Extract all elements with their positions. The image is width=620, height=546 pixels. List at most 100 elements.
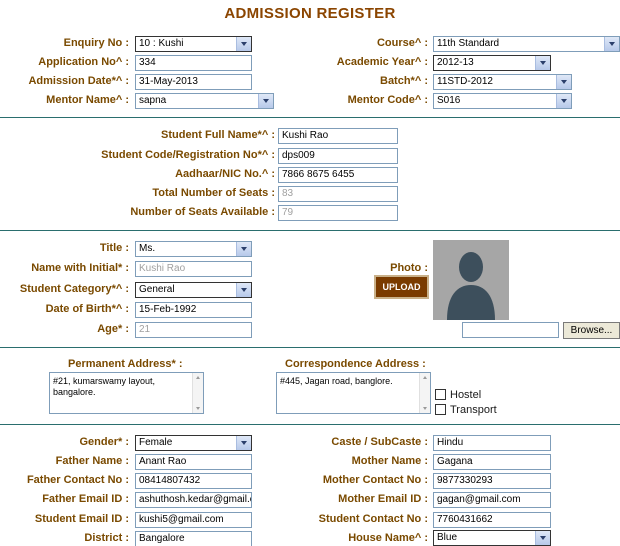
dob-label: Date of Birth*^ : xyxy=(45,303,129,315)
total-seats-input: 83 xyxy=(278,186,398,202)
father-name-label: Father Name : xyxy=(55,455,129,467)
seats-available-input: 79 xyxy=(278,205,398,221)
total-seats-label: Total Number of Seats : xyxy=(152,187,275,199)
district-label: District : xyxy=(84,532,129,544)
father-contact-input[interactable]: 08414807432 xyxy=(135,473,252,489)
correspondence-address-label: Correspondence Address : xyxy=(285,358,426,370)
age-input: 21 xyxy=(135,322,252,338)
permanent-address-line1: #21, kumarswamy layout, xyxy=(53,376,156,386)
mother-name-input[interactable]: Gagana xyxy=(433,454,551,470)
browse-button[interactable]: Browse... xyxy=(563,322,620,339)
course-select[interactable]: 11th Standard xyxy=(433,36,620,52)
category-label: Student Category*^ : xyxy=(19,283,129,295)
dob-input[interactable]: 15-Feb-1992 xyxy=(135,302,252,318)
chevron-down-icon xyxy=(556,75,571,89)
academic-year-select[interactable]: 2012-13 xyxy=(433,55,551,71)
admission-date-input[interactable]: 31-May-2013 xyxy=(135,74,252,90)
mother-contact-input[interactable]: 9877330293 xyxy=(433,473,551,489)
full-name-input[interactable]: Kushi Rao xyxy=(278,128,398,144)
mother-name-label: Mother Name : xyxy=(351,455,428,467)
chevron-down-icon xyxy=(236,436,251,450)
correspondence-address-text: #445, Jagan road, banglore. xyxy=(280,376,393,386)
category-select[interactable]: General xyxy=(135,282,252,298)
gender-label: Gender* : xyxy=(79,436,129,448)
father-email-input[interactable]: ashuthosh.kedar@gmail.co xyxy=(135,492,252,508)
mentor-code-value: S016 xyxy=(437,95,461,106)
enquiry-no-label: Enquiry No : xyxy=(63,37,129,49)
full-name-label: Student Full Name*^ : xyxy=(161,129,275,141)
upload-button[interactable]: UPLOAD xyxy=(374,275,429,299)
mentor-code-select[interactable]: S016 xyxy=(433,93,572,109)
house-name-select[interactable]: Blue xyxy=(433,530,551,546)
mother-email-input[interactable]: gagan@gmail.com xyxy=(433,492,551,508)
student-code-label: Student Code/Registration No*^ : xyxy=(101,149,275,161)
application-no-label: Application No^ : xyxy=(38,56,129,68)
correspondence-address-textarea[interactable]: #445, Jagan road, banglore. xyxy=(276,372,431,414)
photo-placeholder xyxy=(433,240,509,320)
district-input[interactable]: Bangalore xyxy=(135,531,252,546)
chevron-down-icon xyxy=(604,37,619,51)
student-email-input[interactable]: kushi5@gmail.com xyxy=(135,512,252,528)
photo-label: Photo : xyxy=(390,262,428,274)
chevron-down-icon xyxy=(535,56,550,70)
textarea-scrollbar[interactable] xyxy=(419,373,430,413)
course-value: 11th Standard xyxy=(437,38,500,49)
chevron-down-icon xyxy=(556,94,571,108)
caste-input[interactable]: Hindu xyxy=(433,435,551,451)
permanent-address-label: Permanent Address* : xyxy=(68,358,183,370)
aadhaar-input[interactable]: 7866 8675 6455 xyxy=(278,167,398,183)
divider xyxy=(0,117,620,118)
mentor-name-label: Mentor Name^ : xyxy=(46,94,129,106)
student-email-label: Student Email ID : xyxy=(34,513,129,525)
title-label: Title : xyxy=(99,242,129,254)
gender-value: Female xyxy=(139,437,173,448)
enquiry-no-select[interactable]: 10 : Kushi xyxy=(135,36,252,52)
transport-label: Transport xyxy=(450,404,497,416)
file-path-input[interactable] xyxy=(462,322,559,338)
student-contact-label: Student Contact No : xyxy=(318,513,428,525)
application-no-input[interactable]: 334 xyxy=(135,55,252,71)
category-value: General xyxy=(139,284,175,295)
mentor-name-value: sapna xyxy=(139,95,167,106)
title-select[interactable]: Ms. xyxy=(135,241,252,257)
permanent-address-textarea[interactable]: #21, kumarswamy layout, bangalore. xyxy=(49,372,204,414)
admission-date-label: Admission Date*^ : xyxy=(28,75,129,87)
student-contact-input[interactable]: 7760431662 xyxy=(433,512,551,528)
mother-email-label: Mother Email ID : xyxy=(338,493,428,505)
batch-label: Batch*^ : xyxy=(380,75,428,87)
divider xyxy=(0,424,620,425)
chevron-down-icon xyxy=(236,242,251,256)
mentor-name-select[interactable]: sapna xyxy=(135,93,274,109)
hostel-label: Hostel xyxy=(450,389,482,401)
caste-label: Caste / SubCaste : xyxy=(331,436,428,448)
page-title: ADMISSION REGISTER xyxy=(224,5,396,22)
chevron-down-icon xyxy=(236,37,251,51)
hostel-checkbox[interactable] xyxy=(435,389,446,400)
name-initial-label: Name with Initial* : xyxy=(31,262,129,274)
chevron-down-icon xyxy=(236,283,251,297)
father-contact-label: Father Contact No : xyxy=(26,474,129,486)
divider xyxy=(0,347,620,348)
course-label: Course^ : xyxy=(376,37,428,49)
student-code-input[interactable]: dps009 xyxy=(278,148,398,164)
batch-value: 11STD-2012 xyxy=(437,76,493,87)
academic-year-value: 2012-13 xyxy=(437,57,474,68)
divider xyxy=(0,230,620,231)
avatar-silhouette-icon xyxy=(433,240,509,320)
chevron-down-icon xyxy=(258,94,273,108)
gender-select[interactable]: Female xyxy=(135,435,252,451)
seats-available-label: Number of Seats Available : xyxy=(130,206,275,218)
chevron-down-icon xyxy=(535,531,550,545)
house-name-label: House Name^ : xyxy=(348,532,428,544)
batch-select[interactable]: 11STD-2012 xyxy=(433,74,572,90)
title-value: Ms. xyxy=(139,243,156,254)
age-label: Age* : xyxy=(97,323,129,335)
name-initial-input[interactable]: Kushi Rao xyxy=(135,261,252,277)
academic-year-label: Academic Year^ : xyxy=(336,56,428,68)
mother-contact-label: Mother Contact No : xyxy=(322,474,428,486)
aadhaar-label: Aadhaar/NIC No.^ : xyxy=(175,168,275,180)
permanent-address-line2: bangalore. xyxy=(53,387,96,397)
textarea-scrollbar[interactable] xyxy=(192,373,203,413)
transport-checkbox[interactable] xyxy=(435,404,446,415)
father-name-input[interactable]: Anant Rao xyxy=(135,454,252,470)
